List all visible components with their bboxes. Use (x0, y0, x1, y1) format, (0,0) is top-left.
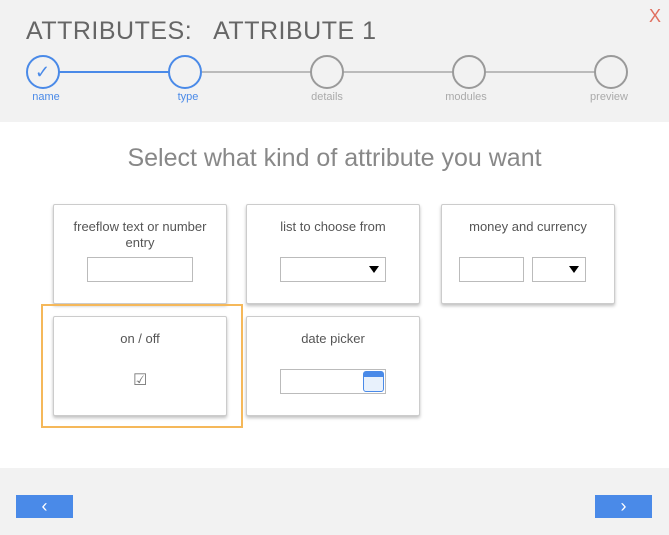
option-date-picker[interactable]: date picker (246, 316, 420, 416)
step-label-details: details (311, 91, 343, 103)
step-label-type: type (177, 91, 199, 103)
wizard-stepper: ✓ name type details modules preview (0, 55, 669, 105)
checkbox-icon: ☑ (133, 372, 148, 389)
wizard-footer: ‹ › (0, 468, 669, 535)
option-label: date picker (301, 331, 365, 346)
stepper-track-pending (202, 71, 596, 73)
attribute-type-panel: Select what kind of attribute you want f… (0, 122, 669, 468)
sample-dropdown (280, 257, 386, 282)
page-title: ATTRIBUTES: ATTRIBUTE 1 (26, 17, 377, 45)
sample-amount-input (459, 257, 524, 282)
step-label-modules: modules (445, 91, 487, 103)
close-icon[interactable]: X (649, 6, 661, 27)
sample-text-input (87, 257, 193, 282)
option-on-off[interactable]: on / off ☑ (53, 316, 227, 416)
back-button[interactable]: ‹ (16, 495, 73, 518)
option-list-choose[interactable]: list to choose from (246, 204, 420, 304)
sample-date-input (280, 369, 386, 394)
option-label: list to choose from (280, 219, 386, 234)
dropdown-arrow-icon (569, 266, 579, 273)
step-type-node[interactable] (168, 55, 202, 89)
step-label-name: name (32, 91, 60, 103)
option-freeflow-text[interactable]: freeflow text or number entry (53, 204, 227, 304)
step-label-preview: preview (590, 91, 628, 103)
section-heading: Select what kind of attribute you want (127, 144, 542, 172)
calendar-icon (363, 371, 384, 392)
dropdown-arrow-icon (369, 266, 379, 273)
step-details-node[interactable] (310, 55, 344, 89)
option-money-currency[interactable]: money and currency (441, 204, 615, 304)
step-preview-node[interactable] (594, 55, 628, 89)
sample-currency-dropdown (532, 257, 586, 282)
step-name-node[interactable]: ✓ (26, 55, 60, 89)
checkmark-icon: ✓ (35, 62, 51, 82)
next-button[interactable]: › (595, 495, 652, 518)
step-modules-node[interactable] (452, 55, 486, 89)
option-label: freeflow text or number entry (73, 219, 207, 250)
stepper-track-completed (58, 71, 170, 73)
wizard-header: ATTRIBUTES: ATTRIBUTE 1 X ✓ name type de… (0, 0, 669, 118)
option-label: money and currency (469, 219, 587, 234)
option-label: on / off (120, 331, 160, 346)
